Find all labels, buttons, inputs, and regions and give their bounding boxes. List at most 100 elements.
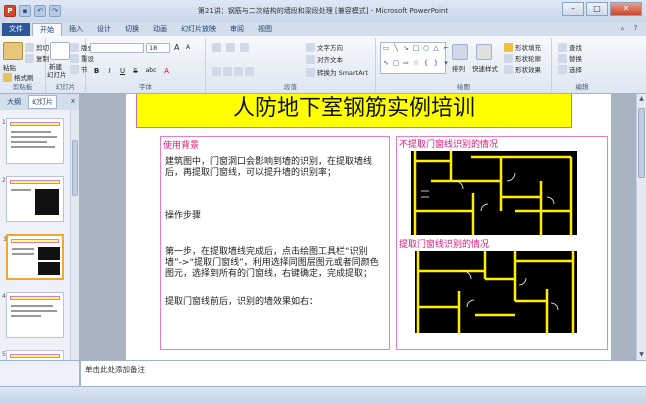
tab-view[interactable]: 视图 (251, 23, 279, 36)
tab-design[interactable]: 设计 (90, 23, 118, 36)
left-heading: 使用背景 (163, 141, 200, 151)
cad-image-after[interactable] (415, 251, 577, 333)
group-label-drawing: 绘图 (457, 83, 470, 91)
notes-pane[interactable]: 单击此处添加备注 (81, 360, 646, 386)
right-content-box[interactable]: 不提取门窗线识别的情况 提取门窗线识别的情况 (396, 136, 608, 350)
shape-line-icon[interactable]: ╲ (392, 44, 400, 52)
cad-image-before[interactable] (411, 151, 577, 235)
shape-star-icon[interactable]: ☆ (412, 59, 420, 67)
shape-curve-icon[interactable]: ∿ (382, 59, 390, 67)
paste-button[interactable]: 粘贴 (3, 62, 16, 72)
arrange-icon[interactable] (452, 44, 468, 60)
text-direction-label: 文字方向 (317, 44, 343, 52)
panel-tabs: 大纲 幻灯片 x (0, 94, 80, 110)
thumbnail-slide[interactable]: 1 (2, 118, 64, 164)
tab-transitions[interactable]: 切换 (118, 23, 146, 36)
italic-button[interactable]: I (105, 67, 114, 75)
undo-icon[interactable]: ↶ (34, 5, 46, 17)
select-button[interactable]: 选择 (558, 64, 582, 74)
shape-brace-right-icon[interactable]: } (432, 59, 440, 67)
smartart-button[interactable]: 转换为 SmartArt (306, 67, 368, 77)
thumbnail-scroll-thumb[interactable] (72, 140, 78, 196)
thumbnail-slide[interactable]: 5 (2, 350, 64, 360)
select-label: 选择 (569, 66, 582, 74)
shape-rect-icon[interactable]: □ (412, 44, 420, 52)
shapes-gallery[interactable]: ▭ ╲ ↘ □ ○ △ ⌐ ∿ ▢ ⇨ ☆ { } ▾ (380, 42, 449, 74)
tab-slideshow[interactable]: 幻灯片放映 (174, 23, 223, 36)
tab-outline[interactable]: 大纲 (4, 96, 24, 108)
font-size-dropdown[interactable]: 18 (146, 43, 170, 53)
thumbnail-slide[interactable]: 4 (2, 292, 64, 338)
slide-scrollbar[interactable]: ▲ ▼ (636, 94, 646, 360)
cursor-icon (558, 64, 567, 74)
shape-outline-button[interactable]: 形状轮廓 (504, 53, 541, 63)
numbering-button[interactable] (226, 43, 235, 52)
shape-brace-icon[interactable]: { (422, 59, 430, 67)
font-color-icon[interactable]: A (162, 67, 171, 75)
step-one-paragraph: 第一步，在提取墙线完成后，点击绘图工具栏“识别墙”->“提取门窗线”，利用选择同… (165, 247, 379, 279)
tab-review[interactable]: 审阅 (223, 23, 251, 36)
arrange-button[interactable]: 排列 (452, 63, 465, 73)
replace-button[interactable]: 替换 (558, 53, 582, 63)
thumbnail-slide[interactable]: 2 (2, 176, 64, 222)
section-button[interactable]: 节 (70, 64, 88, 74)
strike-button[interactable]: S (131, 67, 140, 75)
minimize-ribbon-icon[interactable]: ▵ (618, 24, 627, 33)
scroll-down-icon[interactable]: ▼ (637, 350, 646, 360)
slide-canvas[interactable]: 人防地下室钢筋实例培训 使用背景 建筑图中，门窗洞口会影响到墙的识别，在提取墙线… (126, 94, 611, 360)
bullets-button[interactable] (212, 43, 221, 52)
group-paragraph: 文字方向 对齐文本 转换为 SmartArt 段落 (206, 38, 376, 92)
tab-home[interactable]: 开始 (32, 23, 62, 36)
paste-icon[interactable] (3, 42, 23, 60)
shape-effects-button[interactable]: 形状效果 (504, 64, 541, 74)
align-buttons[interactable] (212, 67, 254, 76)
panel-close-icon[interactable]: x (71, 97, 75, 105)
shadow-button[interactable]: abc (144, 67, 158, 75)
shape-triangle-icon[interactable]: △ (432, 44, 440, 52)
group-font: 18 A A B I U S abc A 字体 (86, 38, 206, 92)
grow-font-button[interactable]: A (174, 43, 179, 52)
quick-styles-button[interactable]: 快速样式 (472, 63, 498, 73)
minimize-button[interactable]: – (562, 2, 584, 16)
thumbnail-line (11, 141, 47, 143)
underline-button[interactable]: U (118, 67, 127, 75)
new-slide-icon[interactable] (50, 42, 70, 60)
quick-styles-icon[interactable] (476, 44, 492, 60)
thumbnail-scrollbar[interactable] (70, 110, 79, 360)
tab-slides-panel[interactable]: 幻灯片 (28, 95, 57, 109)
indent-button[interactable] (240, 43, 249, 52)
slide-scroll-thumb[interactable] (638, 108, 645, 178)
text-direction-button[interactable]: 文字方向 (306, 42, 343, 52)
shape-arrow-icon[interactable]: ↘ (402, 44, 410, 52)
font-name-dropdown[interactable] (90, 43, 144, 53)
shape-oval-icon[interactable]: ○ (422, 44, 430, 52)
left-content-box[interactable]: 使用背景 建筑图中，门窗洞口会影响到墙的识别，在提取墙线后，再提取门窗线，可以提… (160, 136, 390, 350)
align-left-icon (212, 67, 221, 76)
save-icon[interactable]: ▪ (19, 5, 31, 17)
align-text-button[interactable]: 对齐文本 (306, 54, 343, 64)
redo-icon[interactable]: ↷ (49, 5, 61, 17)
tab-animations[interactable]: 动画 (146, 23, 174, 36)
shape-more-icon[interactable]: ▾ (442, 59, 450, 67)
shape-rounded-icon[interactable]: ▢ (392, 59, 400, 67)
scroll-up-icon[interactable]: ▲ (637, 94, 646, 104)
help-icon[interactable]: ? (631, 24, 640, 33)
align-center-icon (223, 67, 232, 76)
align-text-label: 对齐文本 (317, 56, 343, 64)
slide-title[interactable]: 人防地下室钢筋实例培训 (136, 94, 572, 128)
thumbnail-slide-current[interactable]: 3 (3, 234, 64, 280)
close-button[interactable]: ✕ (610, 2, 642, 16)
tab-file[interactable]: 文件 (2, 23, 30, 36)
powerpoint-icon[interactable]: P (4, 5, 16, 17)
find-button[interactable]: 查找 (558, 42, 582, 52)
shrink-font-label: A (186, 44, 191, 51)
tab-insert[interactable]: 插入 (62, 23, 90, 36)
shrink-font-button[interactable]: A (186, 44, 190, 51)
new-slide-sub-label: 幻灯片 (47, 71, 67, 79)
maximize-button[interactable]: □ (586, 2, 608, 16)
bold-button[interactable]: B (92, 67, 101, 75)
shape-elbow-icon[interactable]: ⌐ (442, 44, 450, 52)
shape-textbox-icon[interactable]: ▭ (382, 44, 390, 52)
shape-right-arrow-icon[interactable]: ⇨ (402, 59, 410, 67)
shape-fill-button[interactable]: 形状填充 (504, 42, 541, 52)
